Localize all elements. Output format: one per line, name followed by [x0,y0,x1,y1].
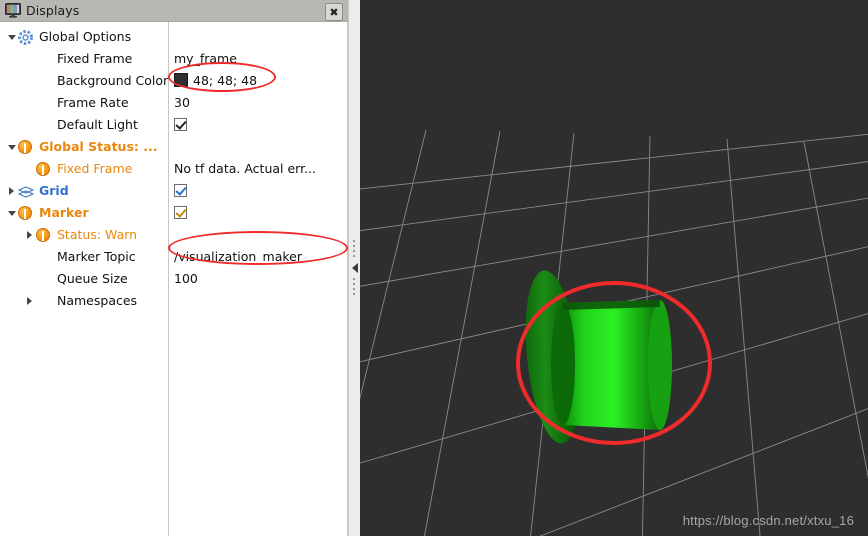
displays-tree: Global Options Fixed Frame my_frame Backgro… [0,22,348,536]
tree-row-frame-rate[interactable]: Frame Rate 30 [0,92,348,114]
render-viewport[interactable]: https://blog.csdn.net/xtxu_16 [360,0,868,536]
chevron-down-icon[interactable] [5,202,18,224]
row-icon-none [36,293,52,309]
collapse-left-arrow-icon[interactable] [352,263,358,273]
tree-row-namespaces[interactable]: Namespaces [0,290,348,312]
checkbox-default-light[interactable] [174,114,187,136]
panel-splitter[interactable] [348,0,360,536]
checkbox-glyph[interactable] [174,118,187,131]
tree-row-label: Fixed Frame [57,161,133,176]
value-text-queue-size[interactable]: 100 [174,268,198,290]
tree-row-label: Queue Size [57,271,128,286]
value-text-frame-rate[interactable]: 30 [174,92,190,114]
splitter-grip-top [353,240,355,258]
checkbox-glyph[interactable] [174,184,187,197]
row-icon-none [36,51,52,67]
row-icon-none [36,249,52,265]
row-icon-none [36,271,52,287]
warning-icon [36,227,52,243]
twisty-placeholder [23,92,36,114]
warning-icon [36,161,52,177]
tree-row-grid[interactable]: Grid [0,180,348,202]
tree-row-marker[interactable]: Marker [0,202,348,224]
warning-glyph [36,228,50,242]
chevron-right-icon[interactable] [23,224,36,246]
tree-row-label: Marker [39,205,89,220]
tree-row-label: Marker Topic [57,249,136,264]
checkbox-glyph[interactable] [174,206,187,219]
tree-row-marker-status[interactable]: Status: Warn [0,224,348,246]
twisty-placeholder [23,268,36,290]
twisty-placeholder [23,70,36,92]
value-text-marker-topic[interactable]: /visualization_maker [174,246,302,268]
value-text-fixed-frame[interactable]: my_frame [174,48,237,70]
tree-row-label: Global Options [39,29,132,44]
warning-icon [18,139,34,155]
value-color-background-color[interactable]: 48; 48; 48 [174,70,257,92]
tree-row-default-light[interactable]: Default Light [0,114,348,136]
gear-icon [17,29,34,46]
displays-panel: Displays ✖ Global Options Fixed Frame my_f… [0,0,348,536]
chevron-down-icon[interactable] [5,26,18,48]
panel-title-bar: Displays ✖ [0,0,348,22]
chevron-down-icon[interactable] [5,136,18,158]
color-swatch[interactable] [174,73,188,87]
tree-row-status-fixed-frame[interactable]: Fixed Frame No tf data. Actual err... [0,158,348,180]
tree-row-label: Grid [39,183,69,198]
tree-row-background-color[interactable]: Background Color 48; 48; 48 [0,70,348,92]
row-icon-none [36,117,52,133]
marker-object-highlight [516,281,712,445]
warning-icon [18,205,34,221]
chevron-right-icon[interactable] [5,180,18,202]
twisty-placeholder [23,114,36,136]
warning-glyph [36,162,50,176]
tree-row-marker-topic[interactable]: Marker Topic/visualization_maker [0,246,348,268]
display-monitor-icon [5,3,21,18]
tree-row-label: Status: Warn [57,227,138,242]
tree-row-global-options[interactable]: Global Options [0,26,348,48]
twisty-placeholder [23,158,36,180]
splitter-grip-bottom [353,278,355,296]
grid-icon [17,183,35,199]
tree-row-fixed-frame[interactable]: Fixed Frame my_frame [0,48,348,70]
warning-glyph [18,206,32,220]
checkbox-marker[interactable] [174,202,187,224]
row-icon-none [36,95,52,111]
value-text-status-fixed-frame[interactable]: No tf data. Actual err... [174,158,316,180]
tree-row-label: Fixed Frame [57,51,133,66]
tree-row-label: Background Color [57,73,169,88]
tree-row-global-status[interactable]: Global Status: ... [0,136,348,158]
twisty-placeholder [23,48,36,70]
warning-glyph [18,140,32,154]
tree-row-label: Frame Rate [57,95,129,110]
panel-title: Displays [26,2,80,18]
tree-row-queue-size[interactable]: Queue Size 100 [0,268,348,290]
watermark-text: https://blog.csdn.net/xtxu_16 [682,513,854,528]
twisty-placeholder [23,246,36,268]
close-icon[interactable]: ✖ [325,3,343,21]
rviz-window: Displays ✖ Global Options Fixed Frame my_f… [0,0,868,536]
color-value-label: 48; 48; 48 [193,73,258,88]
checkbox-grid[interactable] [174,180,187,202]
tree-row-label: Namespaces [57,293,138,308]
tree-row-label: Default Light [57,117,138,132]
chevron-right-icon[interactable] [23,290,36,312]
row-icon-none [36,73,52,89]
tree-row-label: Global Status: ... [39,139,158,154]
